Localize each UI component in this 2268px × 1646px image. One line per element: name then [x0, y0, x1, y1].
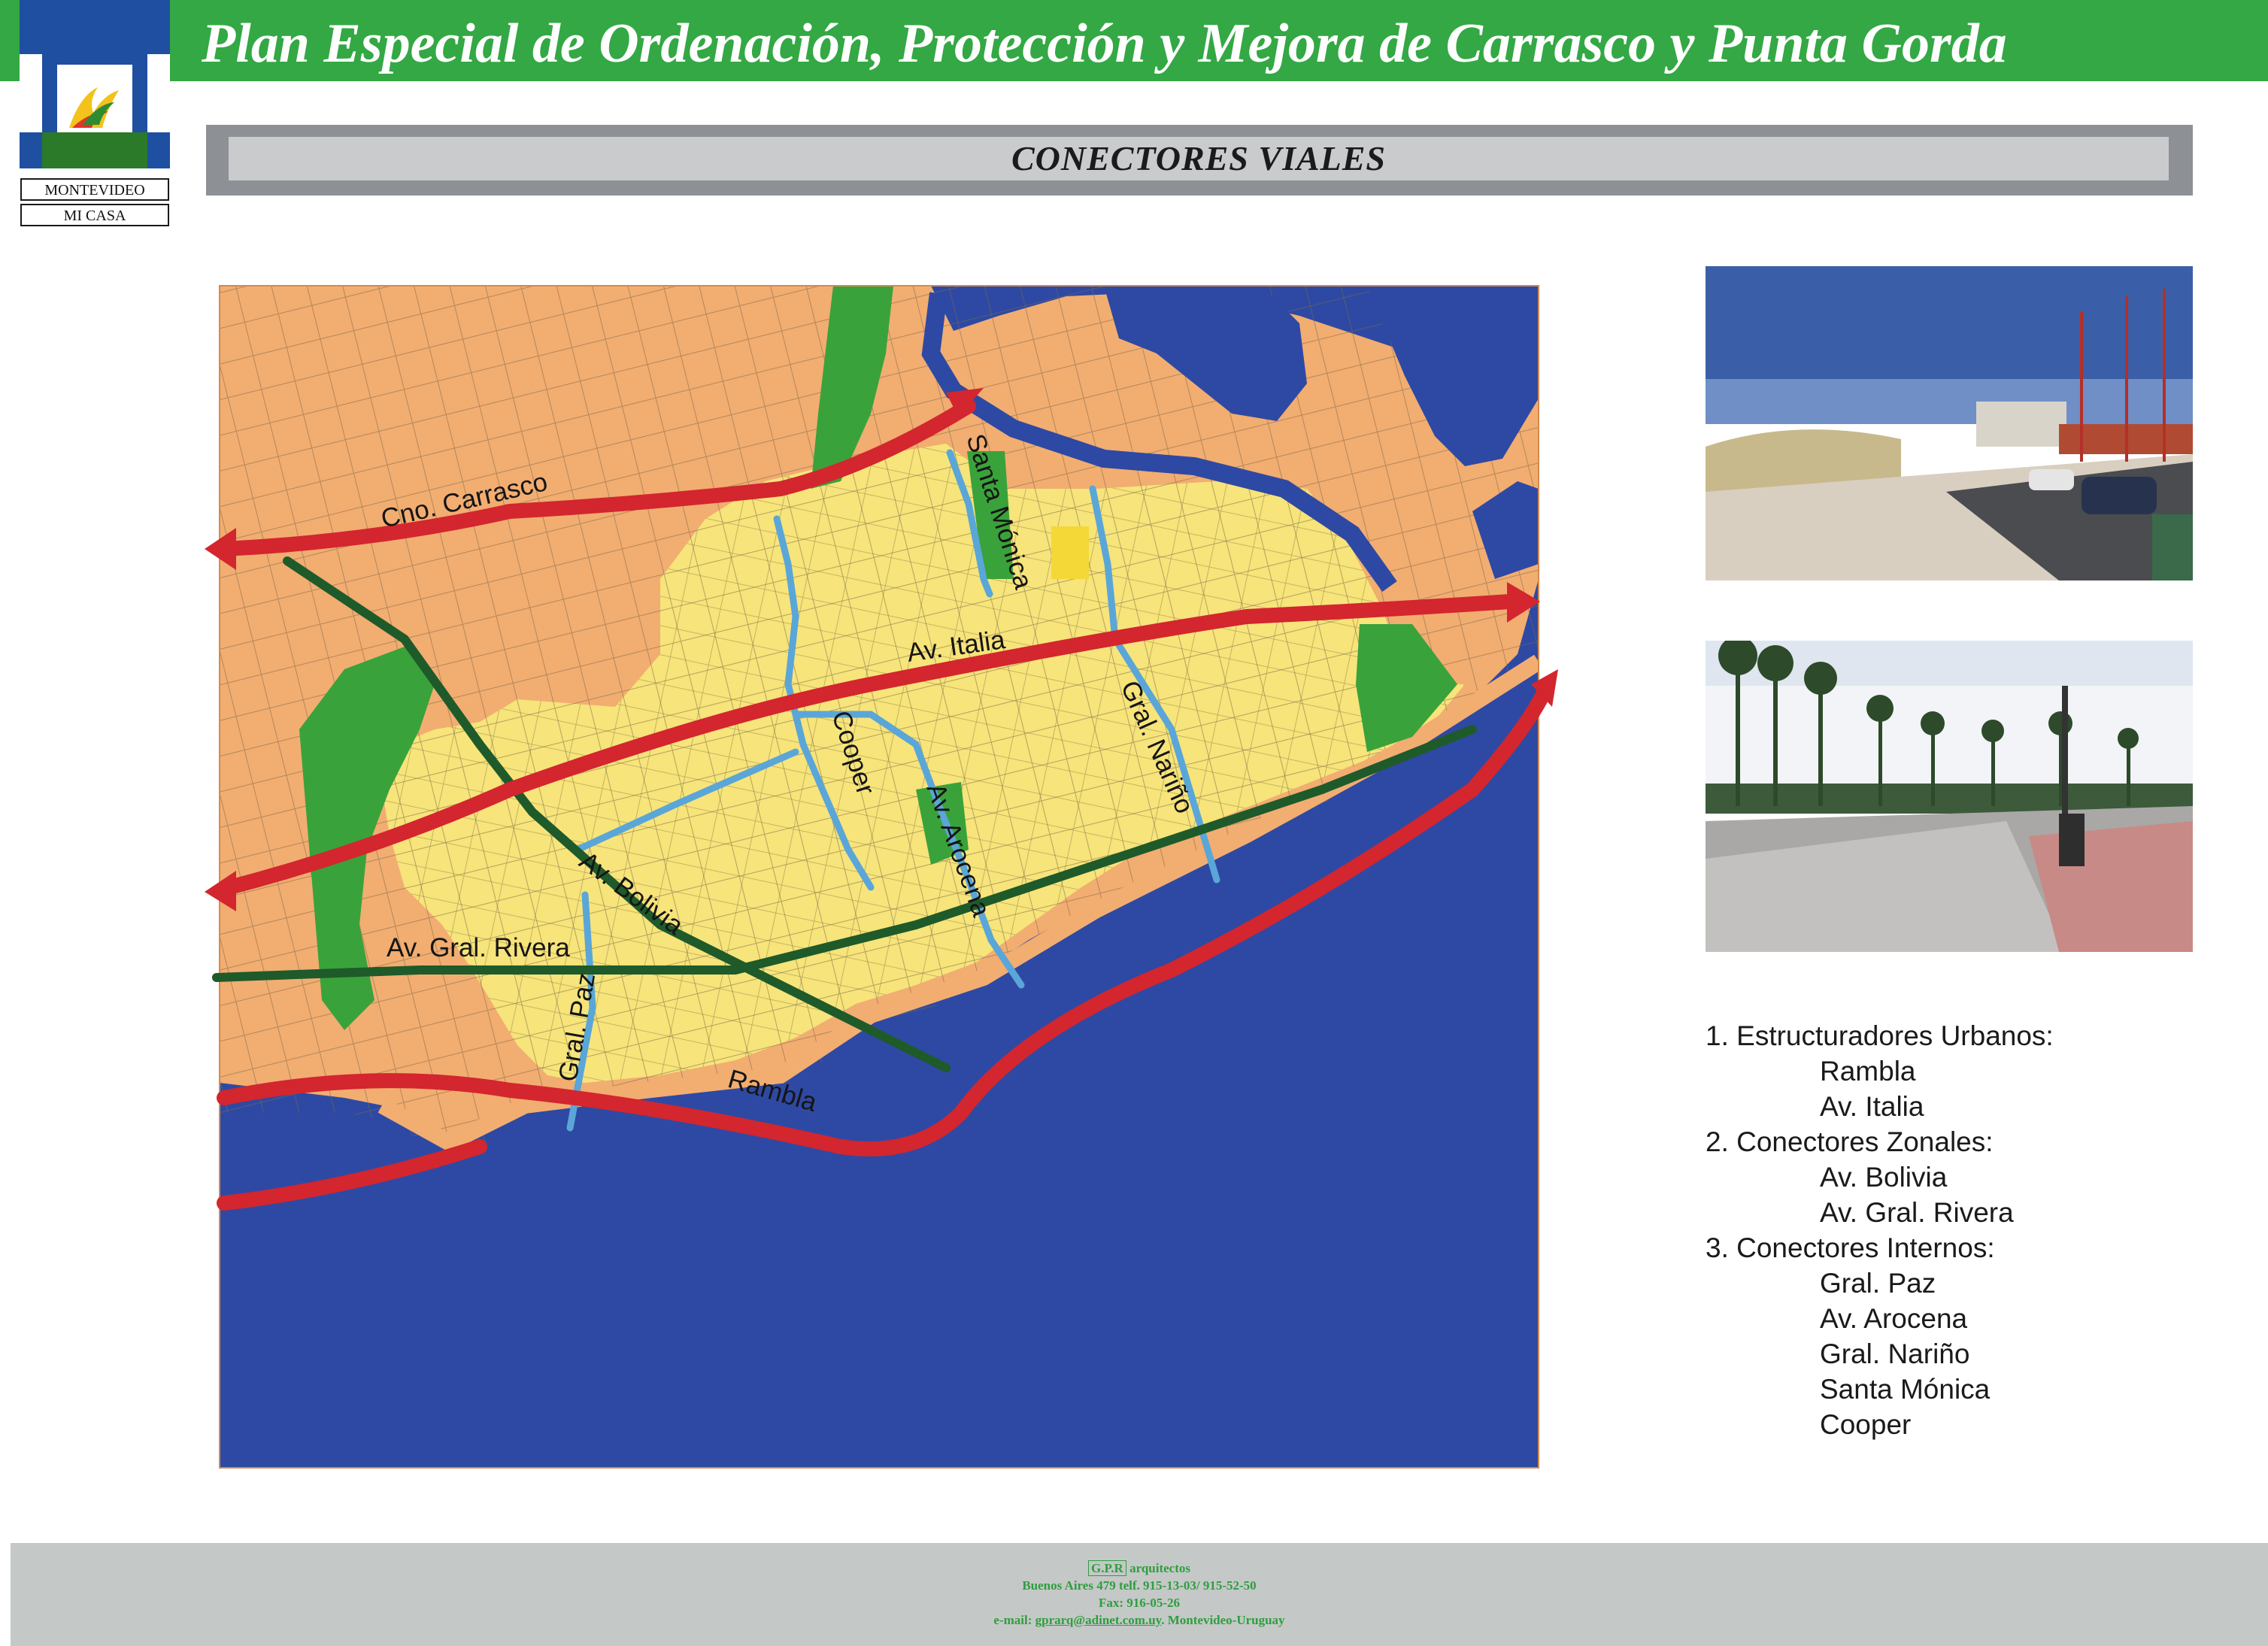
- footer-email-prefix: e-mail:: [993, 1613, 1035, 1627]
- footer-address: Buenos Aires 479 telf. 915-13-03/ 915-52…: [1022, 1578, 1257, 1593]
- legend-item: Av. Bolivia: [1820, 1162, 1948, 1193]
- footer-fax: Fax: 916-05-26: [1098, 1596, 1181, 1610]
- label-av-gral-rivera: Av. Gral. Rivera: [387, 933, 570, 962]
- section-title: CONECTORES VIALES: [1011, 139, 1387, 177]
- road-connectors-map: Cno. Carrasco Santa Mónica Av. Italia Gr…: [194, 263, 1564, 1469]
- footer-firm-line: G.P.R arquitectos: [11, 1560, 2268, 1577]
- section-bar: CONECTORES VIALES: [206, 125, 2193, 196]
- logo-text-montevideo: MONTEVIDEO: [44, 182, 145, 199]
- legend-item: Rambla: [1820, 1056, 1916, 1087]
- legend-item: Av. Italia: [1820, 1091, 1924, 1122]
- legend-group-title-internos: 3. Conectores Internos:: [1706, 1232, 1995, 1263]
- map-svg: Cno. Carrasco Santa Mónica Av. Italia Gr…: [205, 285, 1558, 1469]
- legend: 1. Estructuradores Urbanos: Rambla Av. I…: [1706, 1018, 2232, 1442]
- legend-group-title-zonales: 2. Conectores Zonales:: [1706, 1126, 1994, 1157]
- legend-item: Gral. Paz: [1820, 1268, 1936, 1299]
- photo-rambla-boulevard: [1706, 266, 2193, 580]
- montevideo-logo: MONTEVIDEO MI CASA: [20, 0, 170, 227]
- photo-palm-avenue: [1706, 641, 2193, 952]
- section-bar-inner: CONECTORES VIALES: [229, 137, 2169, 180]
- legend-group-title-estructuradores: 1. Estructuradores Urbanos:: [1706, 1020, 2054, 1051]
- footer-email-link[interactable]: gprarq@adinet.com.uy: [1035, 1613, 1162, 1627]
- legend-item: Gral. Nariño: [1820, 1338, 1970, 1369]
- page-title: Plan Especial de Ordenación, Protección …: [202, 13, 2007, 74]
- footer-email-line: e-mail: gprarq@adinet.com.uy. Montevideo…: [11, 1611, 2268, 1629]
- legend-item: Santa Mónica: [1820, 1374, 1991, 1405]
- footer-email-suffix: . Montevideo-Uruguay: [1161, 1613, 1285, 1627]
- legend-item: Av. Arocena: [1820, 1303, 1968, 1334]
- footer-firm-suffix: arquitectos: [1129, 1561, 1190, 1575]
- footer-credits: G.P.R arquitectos Buenos Aires 479 telf.…: [11, 1560, 2268, 1629]
- footer: G.P.R arquitectos Buenos Aires 479 telf.…: [11, 1543, 2268, 1646]
- plaza-yellow-block: [1051, 526, 1089, 579]
- footer-firm-abbr: G.P.R: [1088, 1560, 1126, 1576]
- logo-text-mi-casa: MI CASA: [63, 208, 126, 224]
- legend-item: Av. Gral. Rivera: [1820, 1197, 2014, 1228]
- legend-item: Cooper: [1820, 1409, 1912, 1440]
